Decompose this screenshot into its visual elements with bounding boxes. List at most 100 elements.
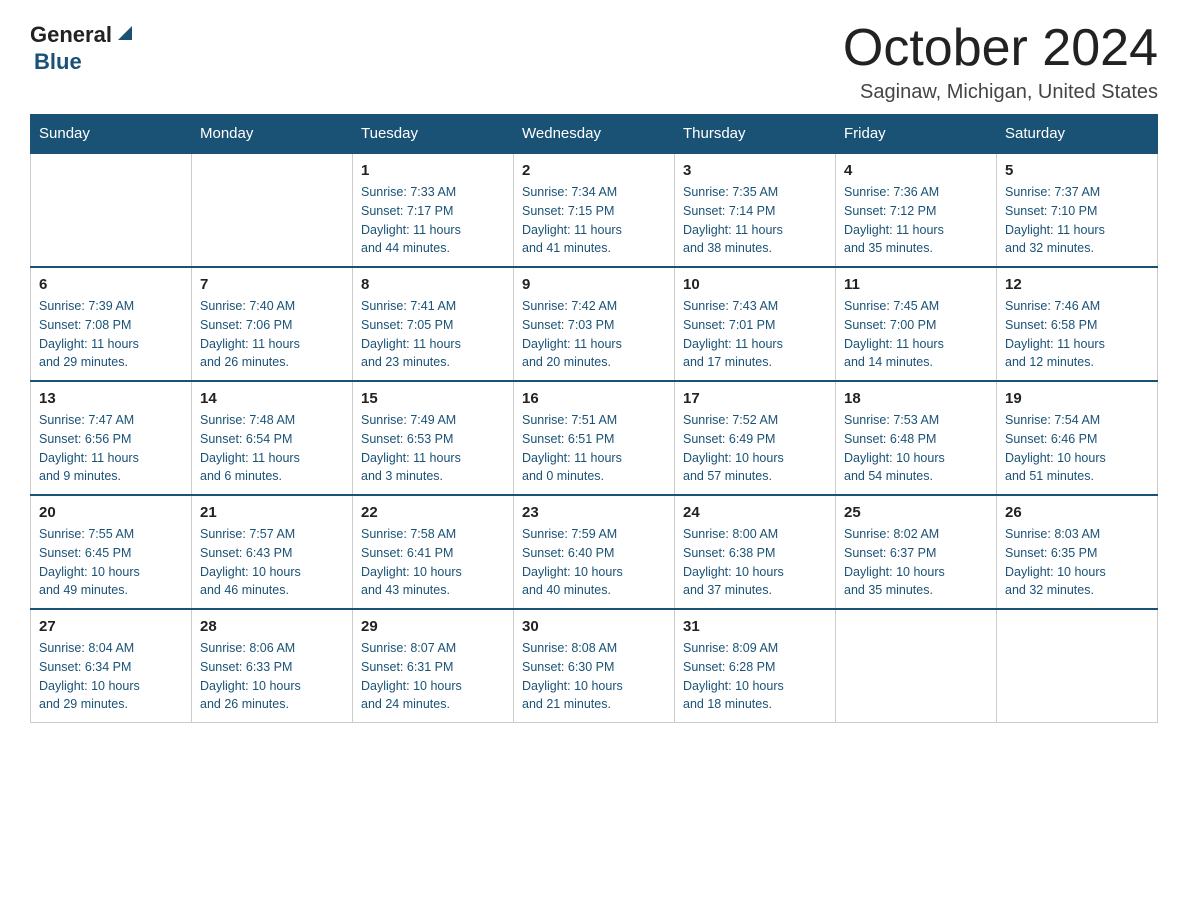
day-info: Sunrise: 7:42 AMSunset: 7:03 PMDaylight:…	[522, 297, 666, 372]
day-info: Sunrise: 8:03 AMSunset: 6:35 PMDaylight:…	[1005, 525, 1149, 600]
calendar-weekday-thursday: Thursday	[675, 115, 836, 154]
day-info: Sunrise: 8:07 AMSunset: 6:31 PMDaylight:…	[361, 639, 505, 714]
logo-triangle-icon	[114, 22, 136, 44]
day-number: 19	[1005, 390, 1149, 407]
day-number: 4	[844, 162, 988, 179]
calendar-cell: 18 Sunrise: 7:53 AMSunset: 6:48 PMDayligh…	[836, 381, 997, 495]
calendar-cell: 9 Sunrise: 7:42 AMSunset: 7:03 PMDaylight…	[514, 267, 675, 381]
calendar-week-5: 27 Sunrise: 8:04 AMSunset: 6:34 PMDayligh…	[31, 609, 1158, 723]
calendar-table: SundayMondayTuesdayWednesdayThursdayFrid…	[30, 114, 1158, 723]
calendar-cell	[31, 153, 192, 267]
calendar-weekday-friday: Friday	[836, 115, 997, 154]
day-number: 15	[361, 390, 505, 407]
day-number: 29	[361, 618, 505, 635]
day-number: 24	[683, 504, 827, 521]
logo-blue-text: Blue	[34, 49, 82, 75]
calendar-cell: 1Sunrise: 7:33 AMSunset: 7:17 PMDaylight…	[353, 153, 514, 267]
day-number: 6	[39, 276, 183, 293]
day-info: Sunrise: 7:54 AMSunset: 6:46 PMDaylight:…	[1005, 411, 1149, 486]
day-info: Sunrise: 7:39 AMSunset: 7:08 PMDaylight:…	[39, 297, 183, 372]
day-number: 23	[522, 504, 666, 521]
day-info: Sunrise: 7:45 AMSunset: 7:00 PMDaylight:…	[844, 297, 988, 372]
day-number: 9	[522, 276, 666, 293]
day-info: Sunrise: 7:51 AMSunset: 6:51 PMDaylight:…	[522, 411, 666, 486]
day-number: 31	[683, 618, 827, 635]
day-info: Sunrise: 7:47 AMSunset: 6:56 PMDaylight:…	[39, 411, 183, 486]
calendar-cell: 13 Sunrise: 7:47 AMSunset: 6:56 PMDayligh…	[31, 381, 192, 495]
calendar-cell: 5 Sunrise: 7:37 AMSunset: 7:10 PMDaylight…	[997, 153, 1158, 267]
calendar-cell: 19 Sunrise: 7:54 AMSunset: 6:46 PMDayligh…	[997, 381, 1158, 495]
title-area: October 2024 Saginaw, Michigan, United S…	[843, 20, 1158, 104]
calendar-cell	[192, 153, 353, 267]
day-info: Sunrise: 8:04 AMSunset: 6:34 PMDaylight:…	[39, 639, 183, 714]
day-number: 30	[522, 618, 666, 635]
calendar-cell: 6 Sunrise: 7:39 AMSunset: 7:08 PMDaylight…	[31, 267, 192, 381]
calendar-cell: 22Sunrise: 7:58 AMSunset: 6:41 PMDayligh…	[353, 495, 514, 609]
day-info: Sunrise: 7:35 AMSunset: 7:14 PMDaylight:…	[683, 183, 827, 258]
calendar-weekday-wednesday: Wednesday	[514, 115, 675, 154]
day-number: 5	[1005, 162, 1149, 179]
day-info: Sunrise: 8:08 AMSunset: 6:30 PMDaylight:…	[522, 639, 666, 714]
day-number: 14	[200, 390, 344, 407]
day-number: 25	[844, 504, 988, 521]
calendar-cell: 8Sunrise: 7:41 AMSunset: 7:05 PMDaylight…	[353, 267, 514, 381]
month-title: October 2024	[843, 20, 1158, 77]
day-number: 11	[844, 276, 988, 293]
day-info: Sunrise: 8:00 AMSunset: 6:38 PMDaylight:…	[683, 525, 827, 600]
day-number: 13	[39, 390, 183, 407]
day-number: 21	[200, 504, 344, 521]
day-info: Sunrise: 7:37 AMSunset: 7:10 PMDaylight:…	[1005, 183, 1149, 258]
day-info: Sunrise: 7:48 AMSunset: 6:54 PMDaylight:…	[200, 411, 344, 486]
calendar-cell: 29 Sunrise: 8:07 AMSunset: 6:31 PMDayligh…	[353, 609, 514, 723]
calendar-cell: 28 Sunrise: 8:06 AMSunset: 6:33 PMDayligh…	[192, 609, 353, 723]
day-number: 3	[683, 162, 827, 179]
day-info: Sunrise: 7:41 AMSunset: 7:05 PMDaylight:…	[361, 297, 505, 372]
calendar-cell: 17Sunrise: 7:52 AMSunset: 6:49 PMDayligh…	[675, 381, 836, 495]
logo-general-text: General	[30, 22, 112, 48]
day-info: Sunrise: 7:49 AMSunset: 6:53 PMDaylight:…	[361, 411, 505, 486]
calendar-body: 1Sunrise: 7:33 AMSunset: 7:17 PMDaylight…	[31, 153, 1158, 723]
day-number: 12	[1005, 276, 1149, 293]
day-info: Sunrise: 7:36 AMSunset: 7:12 PMDaylight:…	[844, 183, 988, 258]
calendar-header: SundayMondayTuesdayWednesdayThursdayFrid…	[31, 115, 1158, 154]
calendar-cell: 31Sunrise: 8:09 AMSunset: 6:28 PMDayligh…	[675, 609, 836, 723]
day-number: 26	[1005, 504, 1149, 521]
calendar-weekday-monday: Monday	[192, 115, 353, 154]
page-header: General Blue October 2024 Saginaw, Michi…	[30, 20, 1158, 104]
calendar-cell: 30 Sunrise: 8:08 AMSunset: 6:30 PMDayligh…	[514, 609, 675, 723]
calendar-cell: 7Sunrise: 7:40 AMSunset: 7:06 PMDaylight…	[192, 267, 353, 381]
calendar-week-4: 20Sunrise: 7:55 AMSunset: 6:45 PMDayligh…	[31, 495, 1158, 609]
calendar-cell: 23 Sunrise: 7:59 AMSunset: 6:40 PMDayligh…	[514, 495, 675, 609]
day-number: 28	[200, 618, 344, 635]
calendar-cell: 11 Sunrise: 7:45 AMSunset: 7:00 PMDayligh…	[836, 267, 997, 381]
day-number: 27	[39, 618, 183, 635]
calendar-weekday-sunday: Sunday	[31, 115, 192, 154]
day-info: Sunrise: 8:02 AMSunset: 6:37 PMDaylight:…	[844, 525, 988, 600]
calendar-cell: 27 Sunrise: 8:04 AMSunset: 6:34 PMDayligh…	[31, 609, 192, 723]
calendar-week-2: 6 Sunrise: 7:39 AMSunset: 7:08 PMDaylight…	[31, 267, 1158, 381]
calendar-cell	[836, 609, 997, 723]
location-text: Saginaw, Michigan, United States	[843, 81, 1158, 104]
logo: General Blue	[30, 20, 136, 75]
day-number: 17	[683, 390, 827, 407]
calendar-weekday-saturday: Saturday	[997, 115, 1158, 154]
calendar-cell: 20Sunrise: 7:55 AMSunset: 6:45 PMDayligh…	[31, 495, 192, 609]
day-info: Sunrise: 7:53 AMSunset: 6:48 PMDaylight:…	[844, 411, 988, 486]
day-info: Sunrise: 7:57 AMSunset: 6:43 PMDaylight:…	[200, 525, 344, 600]
calendar-cell: 14 Sunrise: 7:48 AMSunset: 6:54 PMDayligh…	[192, 381, 353, 495]
calendar-weekday-tuesday: Tuesday	[353, 115, 514, 154]
day-number: 7	[200, 276, 344, 293]
day-info: Sunrise: 7:43 AMSunset: 7:01 PMDaylight:…	[683, 297, 827, 372]
day-number: 18	[844, 390, 988, 407]
calendar-cell: 24 Sunrise: 8:00 AMSunset: 6:38 PMDayligh…	[675, 495, 836, 609]
day-info: Sunrise: 7:59 AMSunset: 6:40 PMDaylight:…	[522, 525, 666, 600]
day-number: 10	[683, 276, 827, 293]
day-info: Sunrise: 7:34 AMSunset: 7:15 PMDaylight:…	[522, 183, 666, 258]
day-info: Sunrise: 8:06 AMSunset: 6:33 PMDaylight:…	[200, 639, 344, 714]
day-info: Sunrise: 7:33 AMSunset: 7:17 PMDaylight:…	[361, 183, 505, 258]
calendar-cell: 12Sunrise: 7:46 AMSunset: 6:58 PMDayligh…	[997, 267, 1158, 381]
calendar-cell: 3 Sunrise: 7:35 AMSunset: 7:14 PMDaylight…	[675, 153, 836, 267]
calendar-cell: 15 Sunrise: 7:49 AMSunset: 6:53 PMDayligh…	[353, 381, 514, 495]
day-info: Sunrise: 7:58 AMSunset: 6:41 PMDaylight:…	[361, 525, 505, 600]
day-number: 16	[522, 390, 666, 407]
